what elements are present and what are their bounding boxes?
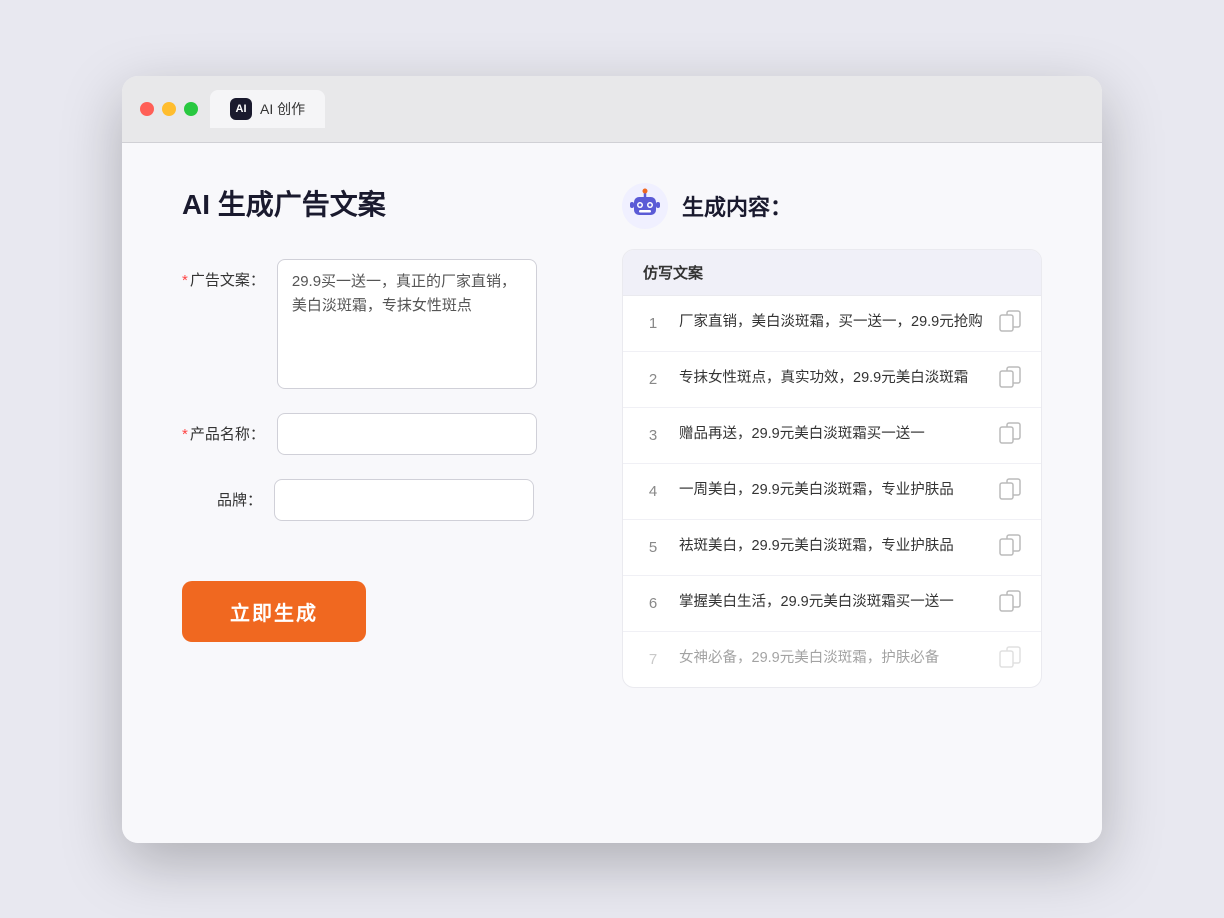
generate-button[interactable]: 立即生成 [182,581,366,642]
row-number: 2 [643,371,663,388]
copy-icon[interactable] [999,646,1021,673]
traffic-light-minimize[interactable] [162,102,176,116]
row-number: 4 [643,483,663,500]
main-layout: AI 生成广告文案 *广告文案： 29.9买一送一，真正的厂家直销，美白淡斑霜，… [182,183,1042,688]
copy-icon[interactable] [999,478,1021,505]
browser-window: AI AI 创作 AI 生成广告文案 *广告文案： 29.9买一送一，真正的厂家… [122,76,1102,843]
table-row: 3 赠品再送，29.9元美白淡斑霜买一送一 [623,408,1041,464]
ad-copy-required-star: * [182,272,188,289]
traffic-lights [140,102,198,116]
brand-group: 品牌： 好白 [182,479,562,521]
page-title: AI 生成广告文案 [182,183,562,223]
brand-input[interactable]: 好白 [274,479,534,521]
table-row: 4 一周美白，29.9元美白淡斑霜，专业护肤品 [623,464,1041,520]
row-text: 一周美白，29.9元美白淡斑霜，专业护肤品 [679,480,983,502]
table-row: 5 祛斑美白，29.9元美白淡斑霜，专业护肤品 [623,520,1041,576]
row-text: 厂家直销，美白淡斑霜，买一送一，29.9元抢购 [679,312,983,334]
table-row: 2 专抹女性斑点，真实功效，29.9元美白淡斑霜 [623,352,1041,408]
ad-copy-group: *广告文案： 29.9买一送一，真正的厂家直销，美白淡斑霜，专抹女性斑点 [182,259,562,389]
ad-copy-label: *广告文案： [182,259,265,290]
result-table-header: 仿写文案 [623,250,1041,296]
row-number: 3 [643,427,663,444]
result-rows-container: 1 厂家直销，美白淡斑霜，买一送一，29.9元抢购 2 专抹女性斑点，真实功效，29… [623,296,1041,687]
row-text: 专抹女性斑点，真实功效，29.9元美白淡斑霜 [679,368,983,390]
copy-icon[interactable] [999,422,1021,449]
tab-label: AI 创作 [260,99,305,119]
copy-icon[interactable] [999,590,1021,617]
robot-icon [622,183,668,229]
row-text: 赠品再送，29.9元美白淡斑霜买一送一 [679,424,983,446]
product-name-input[interactable]: 美白淡斑霜 [277,413,537,455]
copy-icon[interactable] [999,534,1021,561]
table-row: 6 掌握美白生活，29.9元美白淡斑霜买一送一 [623,576,1041,632]
traffic-light-maximize[interactable] [184,102,198,116]
row-number: 5 [643,539,663,556]
product-name-group: *产品名称： 美白淡斑霜 [182,413,562,455]
brand-label: 品牌： [182,479,262,510]
product-name-required-star: * [182,426,188,443]
copy-icon[interactable] [999,366,1021,393]
row-text: 祛斑美白，29.9元美白淡斑霜，专业护肤品 [679,536,983,558]
result-table: 仿写文案 1 厂家直销，美白淡斑霜，买一送一，29.9元抢购 2 专抹女性斑点，真实… [622,249,1042,688]
right-panel: 生成内容： 仿写文案 1 厂家直销，美白淡斑霜，买一送一，29.9元抢购 2 专抹女… [622,183,1042,688]
row-text: 女神必备，29.9元美白淡斑霜，护肤必备 [679,648,983,670]
browser-tab[interactable]: AI AI 创作 [210,90,325,128]
traffic-light-close[interactable] [140,102,154,116]
copy-icon[interactable] [999,310,1021,337]
browser-content: AI 生成广告文案 *广告文案： 29.9买一送一，真正的厂家直销，美白淡斑霜，… [122,143,1102,843]
ad-copy-textarea[interactable]: 29.9买一送一，真正的厂家直销，美白淡斑霜，专抹女性斑点 [277,259,537,389]
result-header: 生成内容： [622,183,1042,229]
table-row: 1 厂家直销，美白淡斑霜，买一送一，29.9元抢购 [623,296,1041,352]
row-number: 7 [643,651,663,668]
left-panel: AI 生成广告文案 *广告文案： 29.9买一送一，真正的厂家直销，美白淡斑霜，… [182,183,562,688]
row-number: 1 [643,315,663,332]
ai-tab-icon: AI [230,98,252,120]
browser-titlebar: AI AI 创作 [122,76,1102,143]
row-text: 掌握美白生活，29.9元美白淡斑霜买一送一 [679,592,983,614]
row-number: 6 [643,595,663,612]
result-title: 生成内容： [682,190,792,222]
table-row: 7 女神必备，29.9元美白淡斑霜，护肤必备 [623,632,1041,687]
product-name-label: *产品名称： [182,413,265,444]
